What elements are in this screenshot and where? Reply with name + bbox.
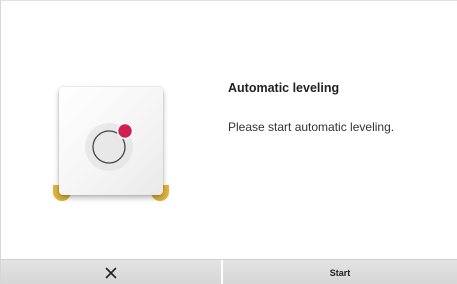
leveling-plate-icon xyxy=(59,87,163,195)
target-dot xyxy=(116,122,134,140)
dialog-message: Please start automatic leveling. xyxy=(228,120,395,134)
leveling-dialog: Automatic leveling Please start automati… xyxy=(0,0,457,284)
bottom-action-bar: Start xyxy=(1,259,457,284)
start-button-label: Start xyxy=(329,267,351,278)
leveling-target-icon xyxy=(85,122,134,171)
close-icon xyxy=(105,267,117,278)
cancel-button[interactable] xyxy=(1,260,223,284)
dialog-title: Automatic leveling xyxy=(228,81,340,95)
start-button[interactable]: Start xyxy=(223,260,457,284)
leveling-illustration xyxy=(51,81,171,207)
